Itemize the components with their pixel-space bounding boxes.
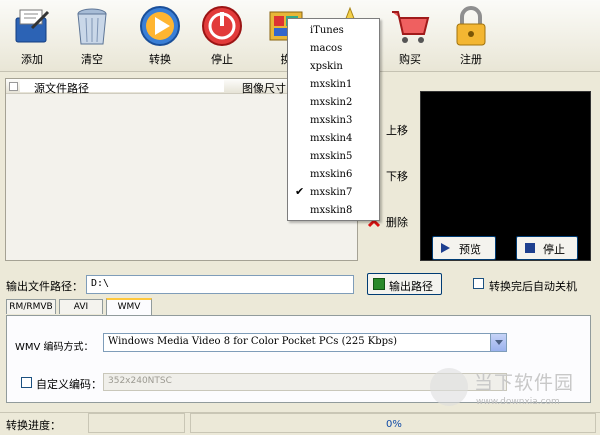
convert-label: 转换 bbox=[149, 53, 171, 66]
auto-shutdown-label: 转换完后自动关机 bbox=[489, 280, 577, 293]
trash-icon bbox=[77, 8, 107, 45]
clear-label: 清空 bbox=[81, 53, 103, 66]
buy-button[interactable]: 购买 bbox=[382, 4, 438, 68]
codec-label: WMV 编码方式： bbox=[15, 342, 94, 353]
add-label: 添加 bbox=[21, 53, 43, 66]
menu-item-mxskin1[interactable]: mxskin1 bbox=[288, 76, 379, 94]
move-down-label: 下移 bbox=[386, 170, 408, 183]
watermark-name: 当下软件园 bbox=[474, 372, 575, 394]
custom-codec-label: 自定义编码： bbox=[36, 378, 102, 391]
menu-item-mxskin2[interactable]: mxskin2 bbox=[288, 94, 379, 112]
delete-label: 删除 bbox=[386, 216, 408, 229]
add-button[interactable]: 添加 bbox=[4, 4, 60, 68]
buy-label: 购买 bbox=[399, 53, 421, 66]
play-icon bbox=[140, 6, 180, 46]
preview-label: 预览 bbox=[459, 243, 481, 256]
play-small-icon bbox=[441, 243, 450, 253]
column-image-size[interactable]: 图像尺寸 bbox=[242, 80, 286, 96]
output-path-button[interactable]: 输出路径 bbox=[367, 273, 442, 295]
progress-label: 转换进度： bbox=[6, 419, 61, 432]
column-source-path[interactable]: 源文件路径 bbox=[34, 80, 89, 96]
stop-label: 停止 bbox=[211, 53, 233, 66]
menu-item-itunes[interactable]: iTunes bbox=[288, 22, 379, 40]
lock-icon bbox=[456, 6, 486, 46]
tab-wmv[interactable]: WMV bbox=[106, 298, 152, 315]
register-label: 注册 bbox=[460, 53, 482, 66]
preview-stop-button[interactable]: 停止 bbox=[516, 236, 578, 260]
output-path-button-label: 输出路径 bbox=[389, 280, 433, 293]
folder-icon bbox=[373, 278, 385, 290]
preview-button[interactable]: 预览 bbox=[432, 236, 496, 260]
menu-item-mxskin5[interactable]: mxskin5 bbox=[288, 148, 379, 166]
menu-item-mxskin3[interactable]: mxskin3 bbox=[288, 112, 379, 130]
menu-item-mxskin6[interactable]: mxskin6 bbox=[288, 166, 379, 184]
add-icon bbox=[15, 9, 50, 43]
status-cell bbox=[88, 413, 185, 433]
stop-icon bbox=[202, 6, 242, 46]
tab-rm-rmvb[interactable]: RM/RMVB bbox=[6, 299, 56, 314]
cart-icon bbox=[392, 11, 430, 43]
clear-button[interactable]: 清空 bbox=[64, 4, 120, 68]
menu-item-xpskin[interactable]: xpskin bbox=[288, 58, 379, 76]
output-path-label: 输出文件路径： bbox=[6, 280, 83, 293]
watermark-logo-icon bbox=[430, 368, 468, 406]
custom-codec-checkbox[interactable] bbox=[21, 377, 32, 388]
convert-button[interactable]: 转换 bbox=[132, 4, 188, 68]
stop-button[interactable]: 停止 bbox=[194, 4, 250, 68]
checkmark-icon: ✔ bbox=[295, 185, 305, 198]
watermark: 当下软件园 www.downxia.com bbox=[430, 368, 595, 412]
menu-item-macos[interactable]: macos bbox=[288, 40, 379, 58]
codec-select[interactable]: Windows Media Video 8 for Color Pocket P… bbox=[103, 333, 507, 352]
watermark-url: www.downxia.com bbox=[476, 397, 560, 407]
select-all-checkbox[interactable] bbox=[9, 82, 18, 91]
output-path-input[interactable]: D:\ bbox=[86, 275, 354, 294]
menu-item-mxskin7[interactable]: ✔ mxskin7 bbox=[288, 184, 379, 202]
menu-item-mxskin8[interactable]: mxskin8 bbox=[288, 202, 379, 220]
chevron-down-icon[interactable] bbox=[490, 334, 506, 351]
move-up-label: 上移 bbox=[386, 124, 408, 137]
auto-shutdown-checkbox[interactable] bbox=[473, 278, 484, 289]
menu-item-mxskin4[interactable]: mxskin4 bbox=[288, 130, 379, 148]
stop-square-icon bbox=[525, 243, 535, 253]
skin-menu: iTunes macos xpskin mxskin1 mxskin2 mxsk… bbox=[287, 18, 380, 221]
preview-stop-label: 停止 bbox=[543, 243, 565, 256]
register-button[interactable]: 注册 bbox=[443, 4, 499, 68]
tab-avi[interactable]: AVI bbox=[59, 299, 103, 314]
progress-percent: 0% bbox=[386, 419, 402, 430]
